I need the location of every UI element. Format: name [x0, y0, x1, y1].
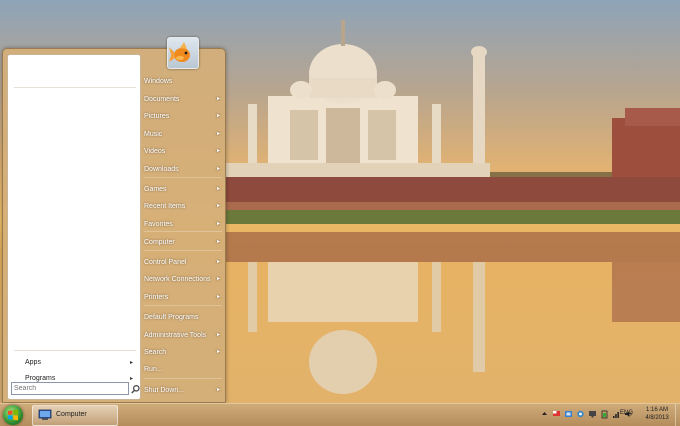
menu-item-downloads[interactable]: Downloads ▸	[141, 162, 223, 177]
start-menu-right-pane: Windows Documents ▸ Pictures ▸ Music ▸ V…	[141, 49, 225, 402]
menu-item-search[interactable]: Search ▸	[141, 345, 223, 360]
start-button[interactable]	[3, 405, 23, 425]
divider	[14, 350, 136, 351]
monitor-icon[interactable]	[588, 409, 597, 419]
arrow-up-icon[interactable]	[540, 409, 549, 419]
menu-item-label: Music	[144, 131, 163, 138]
divider	[144, 231, 222, 232]
start-menu-left-pane: Apps ▸ Programs ▸	[7, 54, 141, 400]
clock-time: 1:16 AM	[645, 407, 668, 413]
pinned-programs-area	[12, 57, 136, 87]
menu-item-label: Control Panel	[144, 259, 187, 266]
menu-item-label: Windows	[144, 78, 173, 85]
menu-item-label: Pictures	[144, 113, 170, 120]
menu-item-printers[interactable]: Printers ▸	[141, 290, 223, 305]
menu-item-label: Games	[144, 186, 167, 193]
menu-item-label: Downloads	[144, 166, 179, 173]
chevron-right-icon: ▸	[216, 166, 220, 172]
divider	[144, 250, 222, 251]
computer-icon	[38, 409, 52, 423]
menu-item-documents[interactable]: Documents ▸	[141, 92, 223, 107]
chevron-right-icon: ▸	[216, 96, 220, 102]
taskbar: Computer ENG 1:16 AM 4/8/2013	[0, 403, 680, 426]
chevron-right-icon: ▸	[216, 294, 220, 300]
menu-item-label: Run...	[144, 366, 163, 373]
divider	[144, 378, 222, 379]
chevron-right-icon: ▸	[216, 332, 220, 338]
menu-item-videos[interactable]: Videos ▸	[141, 144, 223, 159]
menu-item-music[interactable]: Music ▸	[141, 127, 223, 142]
menu-item-label: Printers	[144, 294, 169, 301]
menu-item-favorites[interactable]: Favorites ▸	[141, 217, 223, 232]
menu-item-label: Search	[144, 349, 167, 356]
chevron-right-icon: ▸	[216, 276, 220, 282]
menu-item-label: Default Programs	[144, 314, 199, 321]
clock[interactable]: 1:16 AM 4/8/2013	[640, 406, 674, 422]
chevron-right-icon: ▸	[216, 186, 220, 192]
divider	[144, 177, 222, 178]
show-desktop-button[interactable]	[675, 404, 680, 426]
menu-item-label: Administrative Tools	[144, 332, 207, 339]
menu-item-administrative-tools[interactable]: Administrative Tools ▸	[141, 328, 223, 343]
menu-item-label: Documents	[144, 96, 180, 103]
divider	[144, 305, 222, 306]
language-indicator[interactable]: ENG	[620, 410, 633, 416]
menu-item-default-programs[interactable]: Default Programs	[141, 310, 223, 325]
chevron-right-icon: ▸	[216, 221, 220, 227]
menu-item-recent-items[interactable]: Recent Items ▸	[141, 199, 223, 214]
chevron-right-icon: ▸	[129, 360, 133, 366]
chevron-right-icon: ▸	[216, 349, 220, 355]
menu-item-control-panel[interactable]: Control Panel ▸	[141, 255, 223, 270]
chevron-right-icon: ▸	[216, 387, 220, 393]
menu-item-label: Favorites	[144, 221, 173, 228]
menu-item-label: Recent Items	[144, 203, 186, 210]
chevron-right-icon: ▸	[216, 113, 220, 119]
menu-item-games[interactable]: Games ▸	[141, 182, 223, 197]
taskbar-button-label: Computer	[56, 411, 87, 418]
apps-label: Apps	[25, 359, 41, 366]
divider	[14, 87, 136, 88]
flag-icon[interactable]	[552, 409, 561, 419]
security-icon[interactable]	[564, 409, 573, 419]
search-box[interactable]	[11, 382, 129, 395]
menu-item-label: Videos	[144, 148, 166, 155]
battery-icon[interactable]	[600, 409, 609, 419]
chevron-right-icon: ▸	[216, 131, 220, 137]
menu-item-label: Shut Down...	[144, 387, 185, 394]
apps-menu-item[interactable]: Apps ▸	[12, 356, 136, 370]
menu-item-pictures[interactable]: Pictures ▸	[141, 109, 223, 124]
menu-item-run[interactable]: Run...	[141, 362, 223, 377]
search-icon[interactable]	[130, 384, 141, 395]
taskbar-button-computer[interactable]: Computer	[32, 405, 118, 426]
chevron-right-icon: ▸	[216, 239, 220, 245]
menu-item-computer[interactable]: Computer ▸	[141, 235, 223, 250]
menu-item-label: Computer	[144, 239, 175, 246]
menu-item-label: Network Connections	[144, 276, 211, 283]
chevron-right-icon: ▸	[216, 148, 220, 154]
app-tray-icon[interactable]	[576, 409, 585, 419]
menu-item-network-connections[interactable]: Network Connections ▸	[141, 272, 223, 287]
clock-date: 4/8/2013	[645, 415, 669, 421]
chevron-right-icon: ▸	[216, 203, 220, 209]
search-input[interactable]	[14, 383, 124, 394]
start-menu: Apps ▸ Programs ▸ Windows	[2, 37, 226, 403]
chevron-right-icon: ▸	[216, 259, 220, 265]
shut-down-button[interactable]: Shut Down... ▸	[141, 383, 223, 398]
windows-logo-icon	[8, 409, 18, 421]
menu-item-windows[interactable]: Windows	[141, 74, 223, 89]
